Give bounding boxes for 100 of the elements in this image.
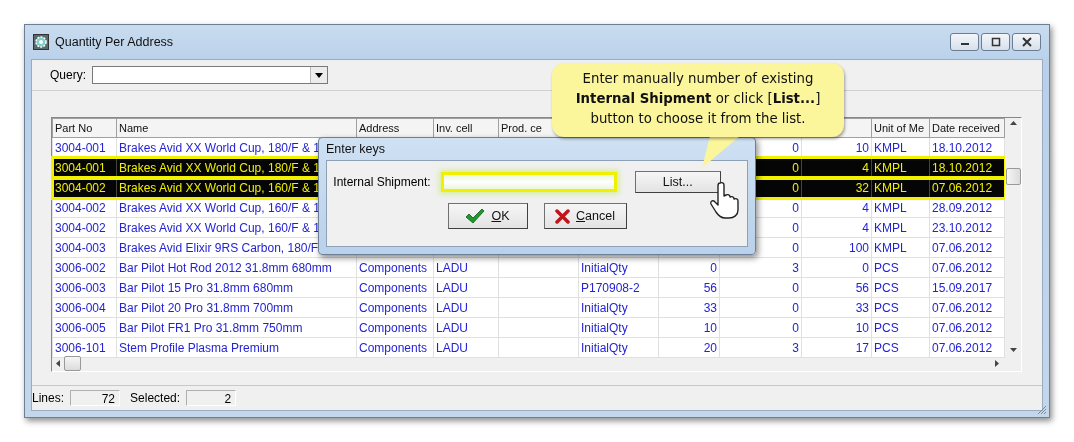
table-row[interactable]: 3006-004 Bar Pilot 20 Pro 31.8mm 700mm Components LADU InitialQty 33 0 33 PCS 07.06.2012 xyxy=(52,297,1005,318)
table-cell: 15.09.2017 xyxy=(932,280,993,295)
table-cell: 100 xyxy=(848,240,869,255)
table-cell: 07.06.2012 xyxy=(932,320,993,335)
resize-grip-icon[interactable] xyxy=(1037,405,1047,415)
table-cell: 07.06.2012 xyxy=(932,180,993,195)
table-cell: 0 xyxy=(710,260,717,275)
table-cell: 18.10.2012 xyxy=(932,160,993,175)
maximize-icon xyxy=(990,37,1001,47)
query-dropdown[interactable] xyxy=(92,66,328,84)
table-cell: KMPL xyxy=(874,180,907,195)
table-cell: 32 xyxy=(855,180,869,195)
table-cell: 10 xyxy=(703,320,717,335)
table-cell: 07.06.2012 xyxy=(932,260,993,275)
table-cell: 3006-004 xyxy=(55,300,106,315)
table-cell: 4 xyxy=(862,200,869,215)
table-cell: 3006-005 xyxy=(55,320,106,335)
column-header[interactable]: Name xyxy=(116,118,357,138)
minimize-button[interactable] xyxy=(950,33,979,51)
table-cell: 07.06.2012 xyxy=(932,340,993,355)
list-button[interactable]: List... xyxy=(634,171,721,193)
table-cell: KMPL xyxy=(874,220,907,235)
ok-button[interactable]: OK xyxy=(447,203,528,229)
cancel-button[interactable]: Cancel xyxy=(543,203,627,229)
table-cell: 0 xyxy=(792,200,799,215)
table-cell: 3004-002 xyxy=(55,200,106,215)
table-cell: 0 xyxy=(792,160,799,175)
dialog-title: Enter keys xyxy=(326,141,386,158)
query-label: Query: xyxy=(50,68,86,82)
table-cell: LADU xyxy=(436,260,468,275)
table-cell: Bar Pilot FR1 Pro 31.8mm 750mm xyxy=(119,320,303,335)
window-title: Quantity Per Address xyxy=(55,35,174,49)
scroll-left-icon[interactable] xyxy=(56,359,60,367)
table-cell: InitialQty xyxy=(581,260,628,275)
table-cell: 23.10.2012 xyxy=(932,220,993,235)
column-header[interactable]: Date received xyxy=(929,118,1005,138)
table-cell: 0 xyxy=(792,220,799,235)
column-header[interactable]: Unit of Me xyxy=(871,118,930,138)
table-cell: LADU xyxy=(436,280,468,295)
table-cell: 0 xyxy=(792,240,799,255)
table-row[interactable]: 3006-002 Bar Pilot Hot Rod 2012 31.8mm 680mm Components LADU InitialQty 0 3 0 PCS 07.06.2012 xyxy=(52,257,1005,278)
table-cell: 10 xyxy=(855,140,869,155)
table-cell: Stem Profile Plasma Premium xyxy=(119,340,280,355)
table-cell: PCS xyxy=(874,280,899,295)
table-row[interactable]: 3006-101 Stem Profile Plasma Premium Components LADU InitialQty 20 3 17 PCS 07.06.2012 xyxy=(52,337,1005,358)
table-cell: 3006-101 xyxy=(55,340,106,355)
table-cell: 0 xyxy=(862,260,869,275)
input-field[interactable] xyxy=(440,172,617,192)
table-cell: LADU xyxy=(436,320,468,335)
table-cell: 33 xyxy=(703,300,717,315)
table-cell: InitialQty xyxy=(581,300,628,315)
scroll-up-icon[interactable] xyxy=(1009,121,1017,125)
vertical-scrollbar[interactable] xyxy=(1005,118,1021,355)
table-cell: Components xyxy=(359,280,428,295)
scroll-down-icon[interactable] xyxy=(1009,348,1017,352)
close-button[interactable] xyxy=(1012,33,1041,51)
maximize-button[interactable] xyxy=(981,33,1010,51)
table-cell: PCS xyxy=(874,260,899,275)
table-cell: Components xyxy=(359,340,428,355)
table-cell: 3004-001 xyxy=(55,140,106,155)
table-row[interactable]: 3006-005 Bar Pilot FR1 Pro 31.8mm 750mm Components LADU InitialQty 10 0 10 PCS 07.06.2012 xyxy=(52,317,1005,338)
gear-icon xyxy=(33,34,49,50)
table-cell: 28.09.2012 xyxy=(932,200,993,215)
table-cell: 20 xyxy=(703,340,717,355)
scrollbar-thumb[interactable] xyxy=(1005,168,1021,185)
table-cell: 56 xyxy=(703,280,717,295)
table-cell: 0 xyxy=(792,140,799,155)
table-cell: Brakes Avid Elixir 9RS Carbon, 180/F xyxy=(119,240,319,255)
table-cell: 18.10.2012 xyxy=(932,140,993,155)
column-header[interactable]: Inv. cell xyxy=(433,118,499,138)
table-cell: InitialQty xyxy=(581,320,628,335)
cross-icon xyxy=(555,208,571,224)
table-cell: PCS xyxy=(874,320,899,335)
column-header[interactable]: Part No xyxy=(52,118,117,138)
table-cell: 3004-002 xyxy=(55,220,106,235)
table-cell: 3006-003 xyxy=(55,280,106,295)
table-cell: KMPL xyxy=(874,240,907,255)
table-cell: 0 xyxy=(792,320,799,335)
table-cell: LADU xyxy=(436,300,468,315)
table-cell: 3 xyxy=(792,340,799,355)
table-cell: 0 xyxy=(792,300,799,315)
selected-label: Selected: xyxy=(130,391,181,405)
table-cell: 3006-002 xyxy=(55,260,106,275)
check-icon xyxy=(465,208,486,224)
table-row[interactable]: 3006-003 Bar Pilot 15 Pro 31.8mm 680mm Components LADU P170908-2 56 0 56 PCS 15.09.2017 xyxy=(52,277,1005,298)
table-cell: 4 xyxy=(862,220,869,235)
table-cell: Components xyxy=(359,260,428,275)
lines-label: Lines: xyxy=(32,391,65,405)
table-cell: KMPL xyxy=(874,200,907,215)
table-cell: KMPL xyxy=(874,140,907,155)
table-cell: 3004-002 xyxy=(55,180,106,195)
scroll-right-icon[interactable] xyxy=(995,359,999,367)
table-cell: 3 xyxy=(792,260,799,275)
table-cell: 0 xyxy=(792,180,799,195)
table-cell: Bar Pilot Hot Rod 2012 31.8mm 680mm xyxy=(119,260,332,275)
table-cell: 17 xyxy=(855,340,869,355)
table-cell: Components xyxy=(359,300,428,315)
column-header[interactable]: Address xyxy=(356,118,434,138)
table-cell: InitialQty xyxy=(581,340,628,355)
close-icon xyxy=(1021,37,1032,47)
